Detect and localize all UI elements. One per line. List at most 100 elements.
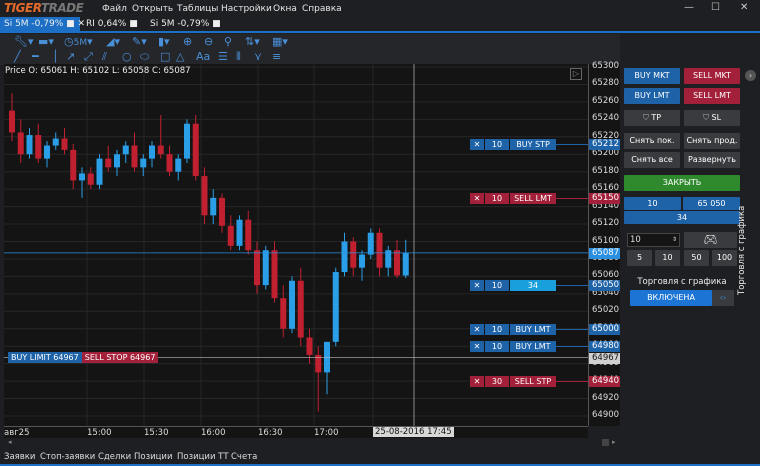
calendar-icon[interactable]: ▦▾	[272, 35, 288, 48]
cancel-sell-button[interactable]: Снять прод.	[684, 133, 740, 149]
collapse-panel-icon[interactable]: ›	[745, 70, 756, 81]
minimize-icon[interactable]: —	[684, 2, 694, 13]
tab-ri[interactable]: RI 0,64% ■	[82, 17, 142, 31]
horizontal-scrollbar[interactable]: ◂ ▸	[4, 438, 620, 448]
menu-open[interactable]: Открыть	[132, 4, 173, 14]
candle-down	[201, 176, 208, 216]
maximize-icon[interactable]: ☐	[711, 2, 720, 13]
timeframe-button[interactable]: ◷5M▾	[64, 35, 93, 48]
cancel-order-icon[interactable]: ✕	[470, 323, 484, 335]
cursor-order-tags: BUY LIMIT 64967 SELL STOP 64967	[8, 351, 159, 363]
chart-trading-toggle[interactable]: ВКЛЮЧЕНА	[630, 290, 712, 306]
order-tag[interactable]: ✕ 10 BUY STP	[470, 138, 556, 150]
vertical-levels-icon[interactable]: ⦀	[236, 50, 241, 64]
levels-icon[interactable]: ☰	[218, 50, 228, 63]
cancel-order-icon[interactable]: ✕	[470, 192, 484, 204]
bottom-tabs: Заявки Стоп-заявки Сделки Позиции Позици…	[0, 448, 760, 466]
scroll-thumb[interactable]	[602, 439, 609, 446]
close-position-button[interactable]: ЗАКРЫТЬ	[624, 175, 740, 191]
preset-5[interactable]: 5	[627, 250, 652, 266]
align-icon[interactable]: ≡	[272, 50, 281, 63]
gamepad-icon[interactable]: 🎮︎	[684, 232, 737, 248]
order-tag[interactable]: ✕ 10 BUY LMT	[470, 341, 556, 353]
sell-stop-tag[interactable]: SELL STOP 64967	[81, 351, 159, 363]
chart-trading-label: Торговля с графика	[637, 277, 727, 287]
time-label: авг25	[4, 428, 30, 438]
buy-limit-tag[interactable]: BUY LIMIT 64967	[8, 351, 82, 363]
tab-positions[interactable]: Позиции	[134, 452, 172, 462]
rectangle-icon[interactable]: □	[160, 50, 170, 63]
price-scale[interactable]: 65300 65280 65260 65240 65220 65200 65180 65160…	[588, 61, 621, 426]
order-tag[interactable]: ✕ 10 34	[470, 280, 556, 292]
menu-file[interactable]: Файл	[102, 4, 127, 14]
chart-type-icon[interactable]: ◢▾	[106, 35, 120, 48]
tp-button[interactable]: ⛉ TP	[624, 110, 680, 126]
cancel-order-icon[interactable]: ✕	[470, 376, 484, 388]
zoom-out-icon[interactable]: ⊖	[204, 35, 213, 48]
order-tag[interactable]: ✕ 10 BUY LMT	[470, 323, 556, 335]
candle-down	[166, 154, 173, 172]
sl-button[interactable]: ⛉ SL	[684, 110, 740, 126]
buy-lmt-button[interactable]: BUY LMT	[624, 88, 680, 104]
order-tag[interactable]: ✕ 10 SELL LMT	[470, 192, 556, 204]
menu-tables[interactable]: Таблицы	[177, 4, 218, 14]
candle-down	[105, 158, 112, 168]
double-arrow-icon[interactable]: ⤢	[84, 50, 93, 64]
ellipse-icon[interactable]: ⬭	[140, 50, 149, 64]
cancel-order-icon[interactable]: ✕	[470, 138, 484, 150]
arrow-icon[interactable]: ↗	[66, 50, 75, 63]
candle-down	[227, 225, 234, 246]
tab-si-5m[interactable]: Si 5M -0,79% ■ ✕	[0, 17, 85, 31]
preset-10[interactable]: 10	[655, 250, 680, 266]
circle-icon[interactable]: ○	[122, 50, 132, 63]
order-tag[interactable]: ✕ 30 SELL STP	[470, 376, 556, 388]
channel-icon[interactable]: ⫽	[102, 50, 107, 64]
cancel-order-icon[interactable]: ✕	[470, 280, 484, 292]
indicators-icon[interactable]: ▮▾	[158, 35, 170, 48]
pencil-icon[interactable]: ✎▾	[132, 35, 147, 48]
menu-settings[interactable]: Настройки	[221, 4, 272, 14]
cancel-all-button[interactable]: Снять все	[624, 152, 680, 168]
reverse-button[interactable]: Развернуть	[684, 152, 740, 168]
line-icon[interactable]: ╱	[14, 50, 21, 63]
folder-icon[interactable]: ▬▾	[38, 35, 54, 48]
candle-up	[332, 272, 339, 342]
tab-trades[interactable]: Сделки	[98, 452, 131, 462]
expand-arrows-icon[interactable]: ‹›	[712, 290, 734, 306]
candle-down	[297, 280, 304, 338]
cancel-order-icon[interactable]: ✕	[470, 341, 484, 353]
horizontal-line-icon[interactable]: ━	[32, 50, 39, 63]
wrench-icon[interactable]: 🔧︎▾	[14, 35, 34, 48]
sell-lmt-button[interactable]: SELL LMT	[684, 88, 740, 104]
stepper-arrows-icon[interactable]: ⇕	[672, 234, 677, 246]
scroll-right-icon[interactable]: ▸	[612, 438, 616, 446]
scroll-left-icon[interactable]: ◂	[8, 438, 12, 446]
sell-mkt-button[interactable]: SELL MKT	[684, 68, 740, 84]
time-axis[interactable]: авг25 15:00 15:30 16:00 16:30 17:00 25-0…	[4, 426, 588, 438]
tab-positions-tt[interactable]: Позиции ТТ	[177, 452, 229, 462]
fan-icon[interactable]: ⋎	[254, 50, 262, 63]
vertical-line-icon[interactable]: │	[52, 50, 59, 63]
price-chart[interactable]: ▷	[4, 64, 588, 426]
candle-up	[184, 123, 190, 159]
buy-mkt-button[interactable]: BUY MKT	[624, 68, 680, 84]
tab-si-5m-2[interactable]: Si 5M -0,79% ■	[146, 17, 225, 31]
triangle-icon[interactable]: △	[176, 50, 184, 63]
text-tool[interactable]: Aa	[196, 50, 210, 63]
preset-100[interactable]: 100	[712, 250, 737, 266]
scroll-to-end-icon[interactable]: ▷	[570, 68, 582, 80]
menu-help[interactable]: Справка	[302, 4, 342, 14]
menu-windows[interactable]: Окна	[273, 4, 297, 14]
tab-orders[interactable]: Заявки	[4, 452, 35, 462]
quantity-stepper[interactable]: 10 ⇕	[627, 233, 680, 247]
preset-50[interactable]: 50	[684, 250, 709, 266]
candle-up	[359, 254, 365, 268]
tab-accounts[interactable]: Счета	[231, 452, 257, 462]
sort-icon[interactable]: ⇅▾	[245, 35, 260, 48]
cancel-buy-button[interactable]: Снять пок.	[624, 133, 680, 149]
search-icon[interactable]: ⚲	[224, 35, 232, 48]
price-tag: 64940	[589, 376, 621, 388]
zoom-in-icon[interactable]: ⊕	[183, 35, 192, 48]
close-icon[interactable]: ✕	[740, 2, 748, 13]
tab-stop-orders[interactable]: Стоп-заявки	[40, 452, 95, 462]
